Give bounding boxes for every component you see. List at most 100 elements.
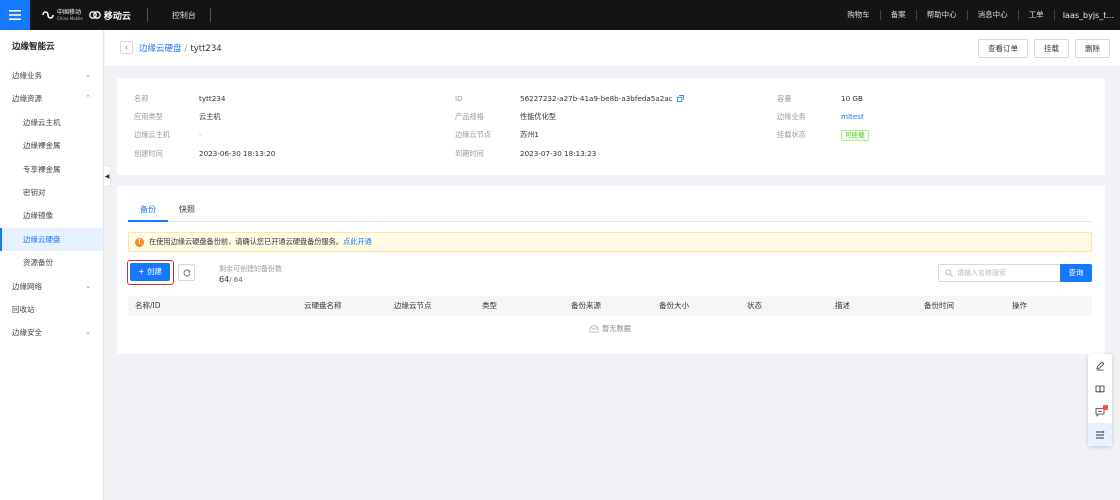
user-account-menu[interactable]: Iaas_byjs_t... [1055,11,1120,20]
column-header-actions: 操作 [1012,301,1027,310]
china-mobile-mark-icon [42,11,54,19]
chevron-left-icon: ‹ [124,42,129,52]
mount-button[interactable]: 挂载 [1034,39,1069,58]
search-button[interactable]: 查询 [1060,264,1092,282]
ecloud-logo: 移动云 [88,9,131,22]
notice-activate-link[interactable]: 点此开通 [343,237,372,246]
nav-message-center[interactable]: 消息中心 [968,10,1019,20]
created-at-value: 2023-06-30 18:13:20 [199,149,276,158]
create-backup-button[interactable]: + 创建 [130,263,170,281]
app-type-value: 云主机 [199,112,221,121]
quota-total: / 64 [229,276,243,284]
sidebar-item-edge-security[interactable]: 边缘安全 ⌄ [0,321,103,344]
edge-business-link[interactable]: mltest [841,111,864,123]
sidebar-item-label: 边缘镜像 [23,211,53,221]
tab-snapshot[interactable]: 快照 [167,200,207,222]
spec-value: 性能优化型 [520,112,556,121]
chevron-down-icon: ⌄ [85,281,91,290]
edge-node-label: 边缘云节点 [455,130,491,139]
logo-cm-en: China Mobile [57,15,83,21]
id-label: ID [455,94,463,103]
info-row: 应用类型 云主机 产品规格 性能优化型 边缘业务 mltest [117,111,1105,123]
nav-filing[interactable]: 备案 [881,10,917,20]
sidebar-item-label: 专享裸金属 [23,164,61,174]
sidebar-item-edge-resources[interactable]: 边缘资源 ⌃ [0,87,103,110]
search-icon [945,269,953,277]
breadcrumb-separator: / [184,44,188,54]
notification-badge-icon [1103,405,1108,410]
spec-label: 产品规格 [455,112,484,121]
column-header-edge-node: 边缘云节点 [394,301,432,310]
divider [209,8,211,22]
sidebar-item-edge-cloud-disk[interactable]: 边缘云硬盘 [0,227,103,252]
floating-toolbar [1088,354,1112,446]
sidebar-item-edge-business[interactable]: 边缘业务 ⌄ [0,64,103,87]
sidebar-item-label: 边缘业务 [12,71,42,80]
back-button[interactable]: ‹ [120,41,133,54]
breadcrumb-parent-link[interactable]: 边缘云硬盘 [139,44,182,54]
disk-info-card: 名称 tytt234 ID 56227232-a27b-41a9-be8b-a3… [117,78,1105,175]
expires-at-label: 到期时间 [455,149,484,158]
quota-remaining: 64 [219,275,230,284]
column-header-name-id: 名称/ID [135,301,161,310]
column-header-type: 类型 [482,301,497,310]
top-nav: 购物车 备案 帮助中心 消息中心 工单 Iaas_byjs_t... [837,0,1120,30]
nav-cart[interactable]: 购物车 [837,10,881,20]
brand-logo[interactable]: 中国移动 China Mobile 移动云 [42,0,131,30]
search-input[interactable]: 请输入名称搜索 [938,264,1061,282]
backup-panel: 备份 快照 ! 在使用边缘云硬盘备份前，请确认您已开通云硬盘备份服务。点此开通 … [117,186,1105,354]
sidebar-item-key-pair[interactable]: 密钥对 [0,181,103,204]
create-button-highlight: + 创建 [127,260,174,285]
sidebar-item-label: 边缘云主机 [23,117,61,127]
cloud-logo-icon [88,11,101,19]
console-link[interactable]: 控制台 [172,10,196,21]
nav-ticket[interactable]: 工单 [1019,10,1055,20]
float-docs-button[interactable] [1088,377,1112,400]
float-edit-button[interactable] [1088,354,1112,377]
quota-label: 剩余可创建的备份数 [219,265,282,273]
view-order-button[interactable]: 查看订单 [978,39,1028,58]
column-header-backup-source: 备份来源 [571,301,601,310]
info-row: 边缘云主机 - 边缘云节点 苏州1 挂载状态 可挂载 [117,129,1105,141]
column-header-description: 描述 [835,301,850,310]
sidebar-item-recycle-bin[interactable]: 回收站 [0,298,103,321]
sidebar-item-edge-bare-metal[interactable]: 边缘裸金属 [0,134,103,157]
china-mobile-logo: 中国移动 China Mobile [42,9,83,21]
info-row: 创建时间 2023-06-30 18:13:20 到期时间 2023-07-30… [117,148,1105,160]
capacity-label: 容量 [777,94,792,103]
chevron-down-icon: ⌄ [85,71,91,79]
sidebar-item-label: 边缘安全 [12,328,42,338]
sidebar-item-resource-backup[interactable]: 资源备份 [0,251,103,274]
sidebar-item-edge-vm[interactable]: 边缘云主机 [0,111,103,134]
refresh-icon [183,269,191,276]
chevron-up-icon: ⌃ [85,94,91,103]
copy-icon[interactable] [676,95,684,102]
table-header: 名称/ID 云硬盘名称 边缘云节点 类型 备份来源 备份大小 状态 描述 备份时… [128,296,1092,316]
sidebar-title: 边缘智能云 [12,42,55,52]
expires-at-value: 2023-07-30 18:13:23 [520,149,597,158]
breadcrumb: 边缘云硬盘 / tytt234 [139,42,222,54]
edit-icon [1096,360,1105,370]
menu-button[interactable] [0,0,30,30]
nav-help-center[interactable]: 帮助中心 [917,10,968,20]
list-icon [1096,430,1105,438]
sidebar-item-dedicated-bare-metal[interactable]: 专享裸金属 [0,158,103,181]
float-list-button[interactable] [1088,423,1112,446]
sidebar-item-label: 回收站 [12,304,35,314]
sidebar-item-label: 边缘云硬盘 [23,234,61,244]
logo-ecloud-text: 移动云 [103,11,131,22]
sidebar-item-edge-network[interactable]: 边缘网络 ⌄ [0,275,103,298]
float-message-button[interactable] [1088,400,1112,423]
tab-backup[interactable]: 备份 [128,200,168,222]
sidebar-collapse-handle[interactable]: ◀ [104,165,111,187]
empty-box-icon [589,325,599,333]
sidebar-item-edge-image[interactable]: 边缘镜像 [0,204,103,227]
delete-button[interactable]: 删除 [1075,39,1110,58]
sidebar-item-label: 资源备份 [23,258,53,268]
column-header-backup-time: 备份时间 [924,301,954,310]
page-header: ‹ 边缘云硬盘 / tytt234 查看订单 挂载 删除 [105,30,1120,66]
info-row: 名称 tytt234 ID 56227232-a27b-41a9-be8b-a3… [117,93,1105,105]
warning-icon: ! [135,237,144,247]
edge-vm-value: - [199,130,202,139]
refresh-button[interactable] [178,264,195,281]
